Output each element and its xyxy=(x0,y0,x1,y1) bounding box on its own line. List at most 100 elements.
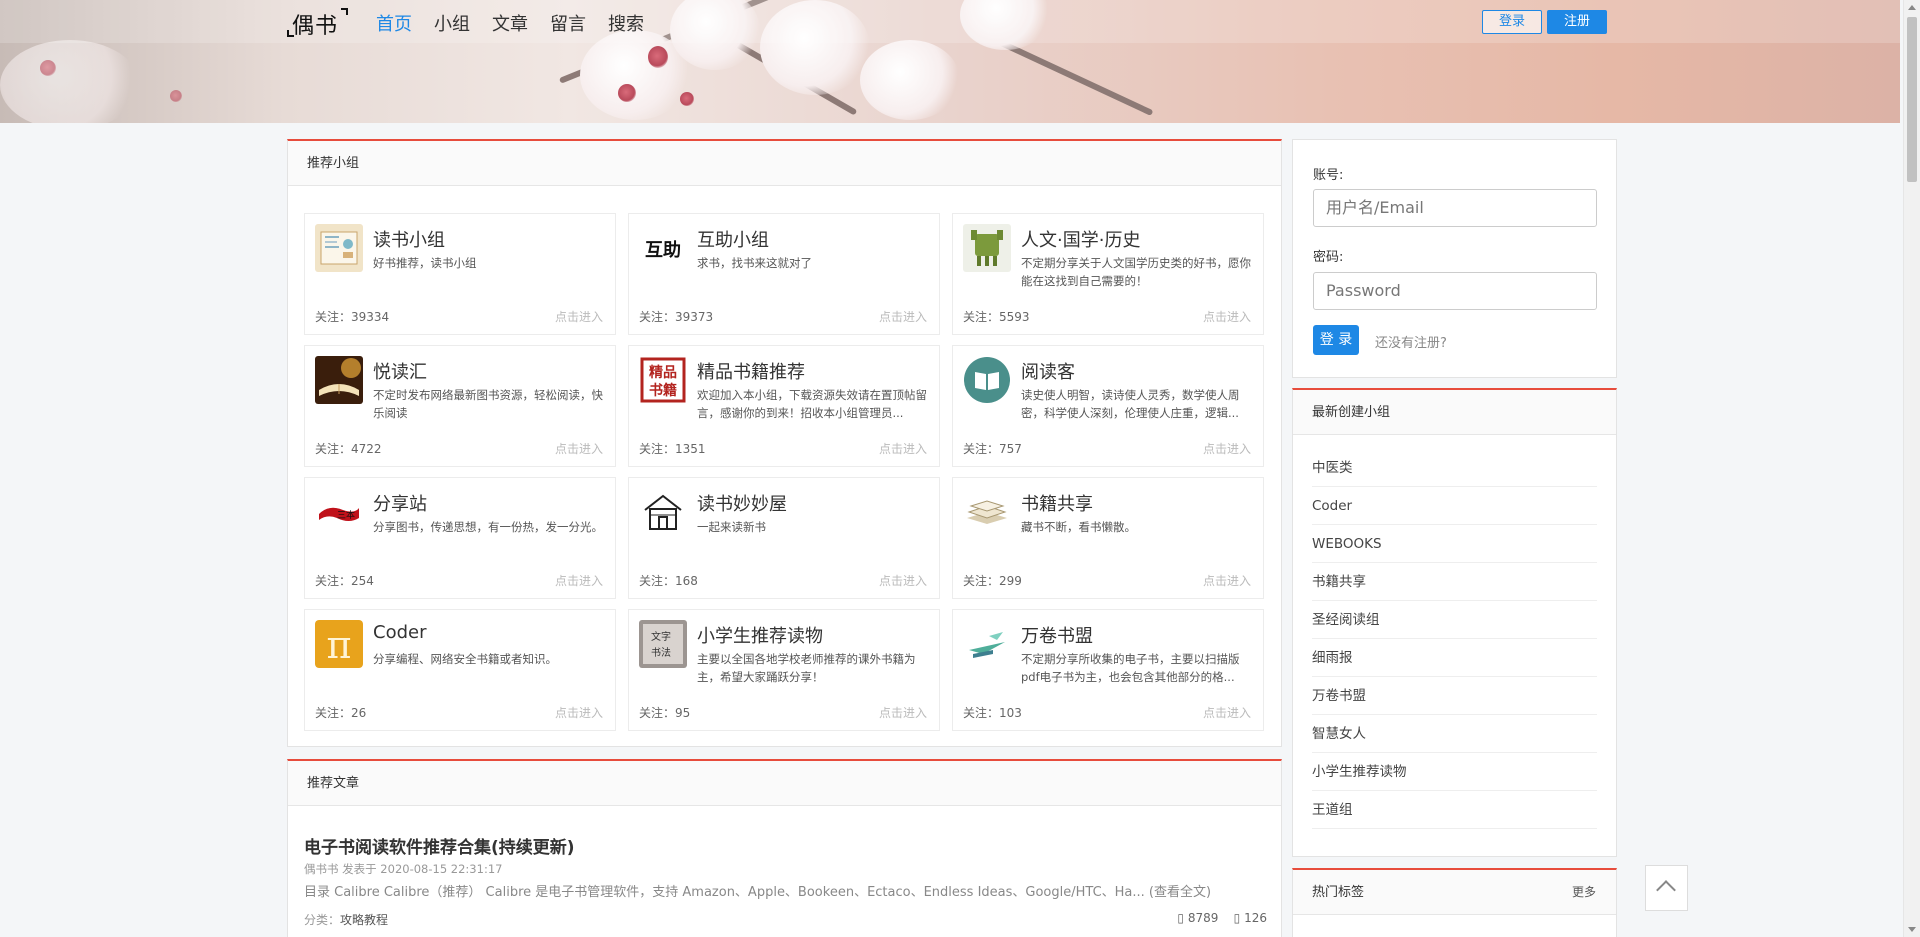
group-enter-link[interactable]: 点击进入 xyxy=(555,308,603,325)
group-description: 不定期分享所收集的电子书，主要以扫描版pdf电子书为主，也会包含其他部分的格..… xyxy=(1021,652,1240,684)
login-panel: 账号: 用户名/Email 密码: Password 登 录 还没有注册? xyxy=(1292,139,1617,378)
newest-group-item[interactable]: 圣经阅读组 xyxy=(1312,601,1597,639)
group-name[interactable]: 人文·国学·历史 xyxy=(1021,226,1140,252)
nav-articles[interactable]: 文章 xyxy=(492,10,528,36)
group-enter-link[interactable]: 点击进入 xyxy=(555,440,603,457)
group-card[interactable]: 三本 分享站分享图书，传递思想，有一份热，发一分光。关注：254 点击进入 xyxy=(304,477,616,599)
group-name[interactable]: 精品书籍推荐 xyxy=(697,358,805,384)
group-card[interactable]: π Coder 分享编程、网络安全书籍或者知识。 关注：26 点击进入 xyxy=(304,609,616,731)
newest-group-item[interactable]: 中医类 xyxy=(1312,449,1597,487)
newest-group-item[interactable]: 王道组 xyxy=(1312,791,1597,829)
group-name[interactable]: 书籍共享 xyxy=(1021,490,1093,516)
header-register-button[interactable]: 注册 xyxy=(1547,10,1607,34)
jingpin-shuji-seal-icon[interactable]: 精品 书籍 xyxy=(639,356,687,404)
group-enter-link[interactable]: 点击进入 xyxy=(1203,704,1251,721)
book-illustration-icon[interactable] xyxy=(315,224,363,272)
nav-messages[interactable]: 留言 xyxy=(550,10,586,36)
group-name[interactable]: 万卷书盟 xyxy=(1021,622,1093,648)
group-enter-link[interactable]: 点击进入 xyxy=(1203,440,1251,457)
hot-tags-more-link[interactable]: 更多 xyxy=(1572,870,1596,915)
group-enter-link[interactable]: 点击进入 xyxy=(555,704,603,721)
login-submit-button[interactable]: 登 录 xyxy=(1313,325,1359,355)
page-scrollbar[interactable] xyxy=(1903,0,1920,937)
house-icon[interactable] xyxy=(639,488,687,536)
open-book-photo-icon[interactable] xyxy=(315,356,363,404)
group-enter-link[interactable]: 点击进入 xyxy=(879,440,927,457)
group-name[interactable]: 读书小组 xyxy=(373,226,445,252)
article-meta: 偶书书 发表于 2020-08-15 22:31:17 xyxy=(304,862,503,876)
nav-home[interactable]: 首页 xyxy=(376,10,412,36)
group-card[interactable]: 互助 互助小组 求书，找书来这就对了 关注：39373 点击进入 xyxy=(628,213,940,335)
newest-group-item[interactable]: WEBOOKS xyxy=(1312,525,1597,563)
svg-text:互助: 互助 xyxy=(645,239,681,261)
article-category-link[interactable]: 攻略教程 xyxy=(340,913,388,927)
group-card[interactable]: 万卷书盟不定期分享所收集的电子书，主要以扫描版pdf电子书为主，也会包含其他部分… xyxy=(952,609,1264,731)
newest-group-item[interactable]: 智慧女人 xyxy=(1312,715,1597,753)
group-name[interactable]: 读书妙妙屋 xyxy=(697,490,787,516)
password-input[interactable]: Password xyxy=(1313,272,1597,310)
article-title[interactable]: 电子书阅读软件推荐合集(持续更新) xyxy=(304,833,575,858)
followers-label: 关注： xyxy=(639,442,676,456)
scroll-down-arrow-icon[interactable] xyxy=(1908,927,1916,932)
group-name[interactable]: 分享站 xyxy=(373,490,427,516)
group-enter-link[interactable]: 点击进入 xyxy=(879,308,927,325)
group-description: 分享图书，传递思想，有一份热，发一分光。 xyxy=(373,520,603,534)
bronze-ding-icon[interactable] xyxy=(963,224,1011,272)
newest-group-item[interactable]: 细雨报 xyxy=(1312,639,1597,677)
group-followers: 关注：39373 xyxy=(639,308,713,325)
group-name[interactable]: 互助小组 xyxy=(697,226,769,252)
group-enter-link[interactable]: 点击进入 xyxy=(879,704,927,721)
calligraphy-scroll-icon[interactable]: 文字 书法 xyxy=(639,620,687,668)
group-enter-link[interactable]: 点击进入 xyxy=(555,572,603,589)
scroll-up-arrow-icon[interactable] xyxy=(1908,5,1916,10)
group-card[interactable]: 读书妙妙屋 一起来读新书 关注：168 点击进入 xyxy=(628,477,940,599)
newest-group-item[interactable]: 小学生推荐读物 xyxy=(1312,753,1597,791)
article-summary[interactable]: 目录 Calibre Calibre（推荐） Calibre 是电子书管理软件，… xyxy=(304,881,1211,900)
followers-count: 39373 xyxy=(675,310,714,324)
svg-text:书法: 书法 xyxy=(651,646,671,659)
group-description: 好书推荐，读书小组 xyxy=(373,256,477,270)
group-name[interactable]: 阅读客 xyxy=(1021,358,1075,384)
teal-book-icon[interactable] xyxy=(963,356,1011,404)
header-login-button[interactable]: 登录 xyxy=(1482,10,1542,34)
newest-group-item[interactable]: Coder xyxy=(1312,487,1597,525)
article-category-label: 分类： xyxy=(304,913,341,927)
newest-group-item[interactable]: 万卷书盟 xyxy=(1312,677,1597,715)
svg-text:π: π xyxy=(327,623,352,667)
group-enter-link[interactable]: 点击进入 xyxy=(1203,308,1251,325)
followers-label: 关注： xyxy=(639,706,676,720)
newest-group-item[interactable]: 书籍共享 xyxy=(1312,563,1597,601)
group-name[interactable]: 小学生推荐读物 xyxy=(697,622,823,648)
register-link[interactable]: 还没有注册? xyxy=(1375,332,1447,351)
group-followers: 关注：254 xyxy=(315,572,374,589)
group-enter-link[interactable]: 点击进入 xyxy=(1203,572,1251,589)
scrollbar-thumb[interactable] xyxy=(1907,17,1917,182)
paper-plane-books-icon[interactable] xyxy=(963,620,1011,668)
followers-label: 关注： xyxy=(963,310,1000,324)
group-name[interactable]: Coder xyxy=(373,622,426,643)
nav-search[interactable]: 搜索 xyxy=(608,10,644,36)
group-card[interactable]: 读书小组 好书推荐，读书小组 关注：39334 点击进入 xyxy=(304,213,616,335)
group-card[interactable]: 文字 书法 小学生推荐读物 主要以全国各地学校老师推荐的课外书籍为主，希望大家踊跃分享… xyxy=(628,609,940,731)
nav-groups[interactable]: 小组 xyxy=(434,10,470,36)
back-to-top-button[interactable] xyxy=(1645,865,1688,911)
hot-tags-heading: 热门标签 更多 xyxy=(1293,870,1616,915)
book-stack-icon[interactable] xyxy=(963,488,1011,536)
red-brush-icon[interactable]: 三本 xyxy=(315,488,363,536)
huzhu-calligraphy-icon[interactable]: 互助 xyxy=(639,224,687,272)
group-card[interactable]: 人文·国学·历史 不定期分享关于人文国学历史类的好书，愿你能在这找到自己需要的！ 关… xyxy=(952,213,1264,335)
group-card[interactable]: 阅读客 读史使人明智，读诗使人灵秀，数学使人周密，科学使人深刻，伦理使人庄重，逻辑… xyxy=(952,345,1264,467)
group-card[interactable]: 精品 书籍 精品书籍推荐 欢迎加入本小组，下载资源失效请在置顶帖留言，感谢你的到来！招… xyxy=(628,345,940,467)
account-input[interactable]: 用户名/Email xyxy=(1313,189,1597,227)
group-followers: 关注：26 xyxy=(315,704,366,721)
followers-count: 4722 xyxy=(351,442,382,456)
svg-text:文字: 文字 xyxy=(651,630,671,643)
group-name[interactable]: 悦读汇 xyxy=(373,358,427,384)
pi-icon[interactable]: π xyxy=(315,620,363,668)
group-card[interactable]: 书籍共享 藏书不断，看书懒散。 关注：299 点击进入 xyxy=(952,477,1264,599)
followers-count: 95 xyxy=(675,706,691,720)
site-logo[interactable]: 偶书 xyxy=(287,8,349,40)
group-card[interactable]: 悦读汇 不定时发布网络最新图书资源，轻松阅读，快乐阅读 关注：4722 点击进入 xyxy=(304,345,616,467)
group-enter-link[interactable]: 点击进入 xyxy=(879,572,927,589)
group-description: 一起来读新书 xyxy=(697,520,766,534)
